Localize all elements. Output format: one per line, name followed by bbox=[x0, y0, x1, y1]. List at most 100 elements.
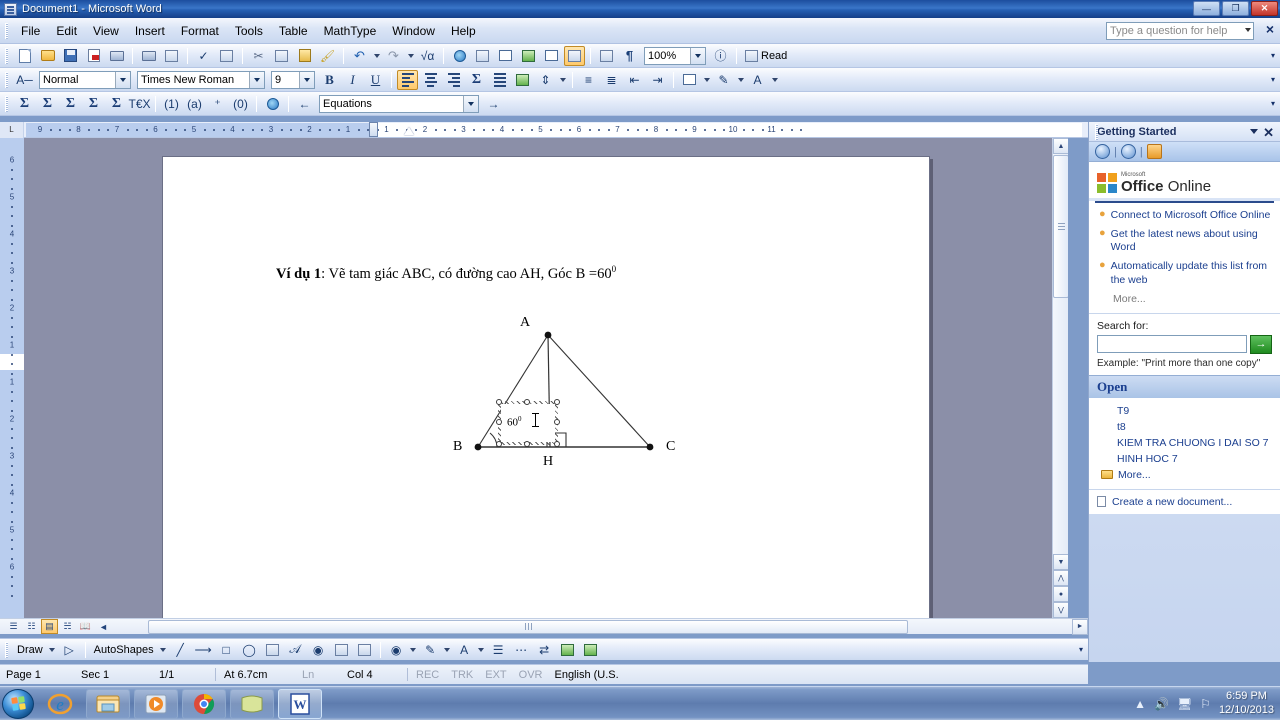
insert-excel-sheet-icon[interactable] bbox=[518, 46, 539, 66]
taskbar-clock[interactable]: 6:59 PM 12/10/2013 bbox=[1219, 690, 1274, 718]
open-icon[interactable] bbox=[37, 46, 58, 66]
line-color-icon[interactable]: ✎ bbox=[420, 640, 441, 660]
italic-icon[interactable]: I bbox=[342, 70, 363, 90]
scroll-up-button[interactable]: ▲ bbox=[1053, 138, 1068, 154]
menu-window[interactable]: Window bbox=[384, 21, 443, 41]
mathtype-toolbar-grip[interactable] bbox=[5, 95, 8, 112]
vertical-scrollbar[interactable]: ▲ ▼ ⋀ ● ⋁ bbox=[1052, 138, 1068, 618]
format-painter-icon[interactable]: 🖌 bbox=[317, 46, 338, 66]
browse-combo[interactable]: Equations bbox=[319, 94, 479, 113]
first-line-indent-marker[interactable] bbox=[404, 126, 414, 135]
fill-color-icon[interactable]: ◉ bbox=[386, 640, 407, 660]
zoom-combo[interactable]: 100% bbox=[644, 46, 706, 65]
select-objects-icon[interactable]: ▷ bbox=[59, 640, 80, 660]
insert-picture-icon[interactable] bbox=[354, 640, 375, 660]
taskbar-notes-app[interactable] bbox=[230, 688, 274, 719]
scroll-right-button[interactable]: ► bbox=[1072, 618, 1088, 635]
formatting-toolbar-grip[interactable] bbox=[5, 71, 8, 88]
left-numbered-equation-icon[interactable]: Σ bbox=[60, 94, 81, 114]
menu-help[interactable]: Help bbox=[443, 21, 484, 41]
taskbar-microsoft-word[interactable]: W bbox=[278, 688, 322, 719]
columns-icon[interactable] bbox=[541, 46, 562, 66]
show-hidden-icons-icon[interactable]: ▲ bbox=[1134, 697, 1146, 711]
increase-indent-icon[interactable]: ⇥ bbox=[647, 70, 668, 90]
status-rec[interactable]: REC bbox=[410, 669, 445, 681]
start-button[interactable] bbox=[2, 688, 34, 719]
reading-layout-view-button[interactable]: 📖 bbox=[77, 619, 94, 634]
recent-document-item[interactable]: KIEM TRA CHUONG I DAI SO 7 bbox=[1097, 435, 1272, 451]
menu-view[interactable]: View bbox=[85, 21, 127, 41]
scroll-left-button[interactable]: ◄ bbox=[95, 619, 112, 634]
underline-icon[interactable]: U bbox=[365, 70, 386, 90]
status-ext[interactable]: EXT bbox=[479, 669, 512, 681]
toggle-equation-arrow-icon[interactable]: ← bbox=[294, 94, 315, 114]
vertical-ruler[interactable]: 6 5 4 3 2 1 1 2 3 4 5 6 bbox=[0, 138, 24, 618]
tex-toggle-icon[interactable]: T€X bbox=[129, 94, 151, 114]
horizontal-ruler-scale[interactable]: 9 8 7 6 5 4 3 2 1 1 2 3 4 5 6 7 8 9 10 11 bbox=[26, 121, 1082, 137]
document-page[interactable]: Ví dụ 1: Vẽ tam giác ABC, có đường cao A… bbox=[162, 156, 930, 618]
drawing-font-color-dropdown-icon[interactable] bbox=[476, 640, 487, 660]
resize-handle-ne[interactable] bbox=[554, 399, 560, 405]
task-pane-grip[interactable] bbox=[1095, 124, 1098, 140]
network-icon[interactable]: 🖥 bbox=[1177, 697, 1192, 711]
forward-icon[interactable] bbox=[1120, 144, 1136, 159]
paste-icon[interactable] bbox=[294, 46, 315, 66]
text-box-icon[interactable] bbox=[262, 640, 283, 660]
resize-handle-se[interactable] bbox=[554, 441, 560, 447]
menu-format[interactable]: Format bbox=[173, 21, 227, 41]
update-numbers-icon[interactable]: (0) bbox=[230, 94, 251, 114]
recent-document-item[interactable]: HINH HOC 7 bbox=[1097, 451, 1272, 467]
browse-dropdown-icon[interactable] bbox=[463, 95, 478, 112]
styles-formatting-icon[interactable]: A─ bbox=[14, 70, 35, 90]
copy-icon[interactable] bbox=[271, 46, 292, 66]
back-icon[interactable] bbox=[1095, 144, 1110, 159]
tab-selector-button[interactable]: L bbox=[0, 121, 24, 138]
horizontal-ruler[interactable]: L 9 8 7 6 5 4 3 2 1 1 2 3 4 5 6 7 8 9 10 11 bbox=[0, 121, 1088, 138]
status-language[interactable]: English (U.S. bbox=[548, 669, 624, 681]
formatting-toolbar-options-icon[interactable]: ▾ bbox=[1268, 70, 1278, 90]
insert-wordart-icon[interactable]: 𝒜 bbox=[285, 640, 306, 660]
insert-equation-icon[interactable]: √α bbox=[417, 46, 438, 66]
close-button[interactable]: ✕ bbox=[1251, 1, 1278, 16]
bold-icon[interactable]: B bbox=[319, 70, 340, 90]
undo-icon[interactable]: ↶ bbox=[349, 46, 370, 66]
email-icon[interactable] bbox=[106, 46, 127, 66]
status-trk[interactable]: TRK bbox=[445, 669, 479, 681]
recent-document-item[interactable]: T9 bbox=[1097, 403, 1272, 419]
style-combo[interactable]: Normal bbox=[39, 70, 131, 89]
horizontal-scrollbar-row[interactable]: ☰ ☷ ▤ ☵ 📖 ◄ ► bbox=[0, 618, 1088, 635]
borders-dropdown-icon[interactable] bbox=[701, 70, 712, 90]
autoshapes-dropdown-icon[interactable] bbox=[158, 640, 169, 660]
chevron-down-icon[interactable] bbox=[1245, 28, 1251, 32]
menu-table[interactable]: Table bbox=[271, 21, 316, 41]
research-icon[interactable] bbox=[216, 46, 237, 66]
resize-handle-sw[interactable] bbox=[496, 441, 502, 447]
font-combo[interactable]: Times New Roman bbox=[137, 70, 265, 89]
taskbar-windows-explorer[interactable] bbox=[86, 688, 130, 719]
redo-dropdown-icon[interactable] bbox=[405, 46, 416, 66]
recent-document-item[interactable]: t8 bbox=[1097, 419, 1272, 435]
insert-hyperlink-icon[interactable] bbox=[449, 46, 470, 66]
menu-edit[interactable]: Edit bbox=[48, 21, 85, 41]
select-browse-object-button[interactable]: ● bbox=[1053, 586, 1068, 602]
undo-dropdown-icon[interactable] bbox=[371, 46, 382, 66]
drawing-font-color-icon[interactable]: A bbox=[454, 640, 475, 660]
status-ovr[interactable]: OVR bbox=[513, 669, 549, 681]
autosum-icon[interactable]: Σ bbox=[466, 70, 487, 90]
align-left-icon[interactable] bbox=[397, 69, 418, 90]
links-more-label[interactable]: More... bbox=[1099, 293, 1272, 305]
spelling-check-icon[interactable]: ✓ bbox=[193, 46, 214, 66]
3d-style-icon[interactable] bbox=[580, 640, 601, 660]
ask-a-question-box[interactable]: Type a question for help bbox=[1106, 22, 1254, 40]
link-connect-office-online[interactable]: ● Connect to Microsoft Office Online bbox=[1099, 208, 1272, 222]
permission-icon[interactable] bbox=[83, 46, 104, 66]
document-paragraph[interactable]: Ví dụ 1: Vẽ tam giác ABC, có đường cao A… bbox=[276, 264, 616, 283]
mathtype-toolbar-options-icon[interactable]: ▾ bbox=[1268, 94, 1278, 114]
new-document-icon[interactable] bbox=[14, 46, 35, 66]
highlight-icon[interactable]: ✎ bbox=[713, 70, 734, 90]
resize-handle-n[interactable] bbox=[524, 399, 530, 405]
maximize-button[interactable]: ❐ bbox=[1222, 1, 1249, 16]
menu-mathtype[interactable]: MathType bbox=[316, 21, 385, 41]
document-map-icon[interactable] bbox=[596, 46, 617, 66]
search-go-button[interactable]: → bbox=[1250, 334, 1272, 354]
